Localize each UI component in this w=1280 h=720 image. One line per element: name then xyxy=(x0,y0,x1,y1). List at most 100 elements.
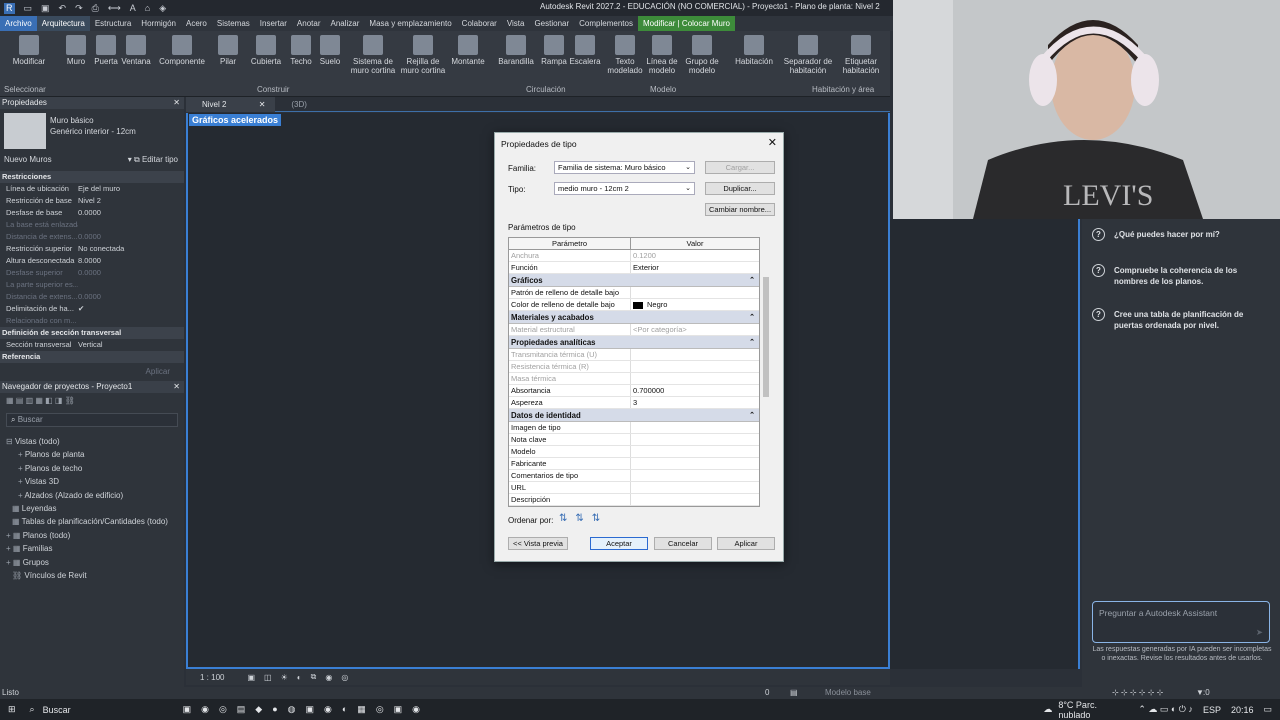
browser-item[interactable]: + Planos de planta xyxy=(6,448,184,461)
weather-text[interactable]: 8°C Parc. nublado xyxy=(1058,700,1128,720)
close-icon[interactable]: ✕ xyxy=(768,136,777,149)
send-icon[interactable]: ➤ xyxy=(1256,627,1263,638)
curtain-grid-button[interactable]: Rejilla de muro cortina xyxy=(398,35,448,75)
family-select[interactable]: Familia de sistema: Muro básico ⌄ xyxy=(554,161,695,174)
tab-3d[interactable]: (3D) xyxy=(275,97,317,112)
modify-button[interactable]: Modificar xyxy=(8,35,50,66)
collapse-icon[interactable]: ⌃ xyxy=(749,274,755,287)
open-icon[interactable]: ▭ xyxy=(24,3,33,14)
room-button[interactable]: Habitación xyxy=(732,35,776,66)
tab-sistemas[interactable]: Sistemas xyxy=(212,16,255,31)
instance-filter[interactable]: Nuevo Muros xyxy=(4,153,52,167)
section-cross[interactable]: Definición de sección transversal xyxy=(0,327,184,339)
stair-button[interactable]: Escalera xyxy=(568,35,602,66)
parameter-row[interactable]: Masa térmica xyxy=(509,373,759,385)
door-button[interactable]: Puerta xyxy=(92,35,120,66)
group-materials[interactable]: Materiales y acabados ⌃ xyxy=(509,311,759,324)
parameter-row[interactable]: Resistencia térmica (R) xyxy=(509,361,759,373)
tab-hormigon[interactable]: Hormigón xyxy=(136,16,181,31)
ramp-button[interactable]: Rampa xyxy=(538,35,570,66)
undo-icon[interactable]: ↶ xyxy=(59,3,67,14)
tab-archivo[interactable]: Archivo xyxy=(0,16,37,31)
parameter-row[interactable]: Descripción xyxy=(509,494,759,506)
room-separator-button[interactable]: Separador de habitación xyxy=(780,35,836,75)
group-graphics[interactable]: Gráficos ⌃ xyxy=(509,274,759,287)
browser-item[interactable]: ⛓ Vínculos de Revit xyxy=(6,569,184,582)
ceiling-button[interactable]: Techo xyxy=(287,35,315,66)
mullion-button[interactable]: Montante xyxy=(448,35,488,66)
group-room-area[interactable]: Habitación y área xyxy=(812,85,874,94)
property-row[interactable]: Desfase de base 0.0000 xyxy=(0,207,184,219)
property-row[interactable]: Desfase superior 0.0000 xyxy=(0,267,184,279)
parameter-row[interactable]: Aspereza 3 xyxy=(509,397,759,409)
section-reference[interactable]: Referencia xyxy=(0,351,184,363)
type-selector[interactable]: Muro básico Genérico interior - 12cm xyxy=(0,109,184,153)
measure-icon[interactable]: ⟷ xyxy=(108,3,121,14)
tray-icons[interactable]: ⌃ ☁ ▭ ◐ ⏻ ♪ xyxy=(1138,704,1193,715)
property-row[interactable]: Sección transversal Vertical xyxy=(0,339,184,351)
tag-room-button[interactable]: Etiquetar habitación xyxy=(836,35,886,75)
roof-button[interactable]: Cubierta xyxy=(248,35,284,66)
home-icon[interactable]: ⌂ xyxy=(145,3,150,14)
print-icon[interactable]: ⎙ xyxy=(92,3,99,14)
apply-button[interactable]: Aplicar xyxy=(717,537,775,550)
rename-button[interactable]: Cambiar nombre... xyxy=(705,203,775,216)
tab-arquitectura[interactable]: Arquitectura xyxy=(36,16,90,31)
tab-acero[interactable]: Acero xyxy=(181,16,212,31)
text-icon[interactable]: A xyxy=(130,3,136,14)
group-analytic[interactable]: Propiedades analíticas ⌃ xyxy=(509,336,759,349)
type-select[interactable]: medio muro - 12cm 2 ⌄ xyxy=(554,182,695,195)
parameter-row[interactable]: URL xyxy=(509,482,759,494)
tab-modificar-colocar-muro[interactable]: Modificar | Colocar Muro xyxy=(637,16,735,31)
tab-analizar[interactable]: Analizar xyxy=(326,16,365,31)
sun-path-icon[interactable]: ☀ xyxy=(281,673,288,682)
tab-estructura[interactable]: Estructura xyxy=(90,16,136,31)
parameter-row[interactable]: Transmitancia térmica (U) xyxy=(509,349,759,361)
browser-item[interactable]: ▦ Tablas de planificación/Cantidades (to… xyxy=(6,515,184,528)
close-icon[interactable]: ✕ xyxy=(259,100,266,109)
window-button[interactable]: Ventana xyxy=(120,35,152,66)
browser-item[interactable]: ▦ Leyendas xyxy=(6,502,184,515)
clock[interactable]: 20:16 xyxy=(1231,705,1254,715)
redo-icon[interactable]: ↷ xyxy=(75,3,83,14)
property-row[interactable]: La base está enlazada xyxy=(0,219,184,231)
property-row[interactable]: La parte superior es... xyxy=(0,279,184,291)
column-button[interactable]: Pilar xyxy=(214,35,242,66)
property-row[interactable]: Distancia de extens... 0.0000 xyxy=(0,291,184,303)
wall-button[interactable]: Muro xyxy=(60,35,92,66)
workset-icon[interactable]: ▤ xyxy=(790,688,798,697)
property-row[interactable]: Restricción superior No conectada xyxy=(0,243,184,255)
detail-level-icon[interactable]: ▣ xyxy=(247,673,255,682)
column-value[interactable]: Valor xyxy=(631,238,759,249)
railing-button[interactable]: Barandilla xyxy=(496,35,536,66)
language-indicator[interactable]: ESP xyxy=(1203,705,1221,715)
scrollbar-thumb[interactable] xyxy=(763,277,769,397)
tab-insertar[interactable]: Insertar xyxy=(255,16,292,31)
browser-item[interactable]: ⊟ Vistas (todo) xyxy=(6,435,184,448)
sort-icons[interactable]: ⇅⇅⇅ xyxy=(559,513,608,524)
property-row[interactable]: Línea de ubicación Eje del muro xyxy=(0,183,184,195)
parameter-row[interactable]: Imagen de tipo xyxy=(509,422,759,434)
tab-anotar[interactable]: Anotar xyxy=(292,16,326,31)
collapse-icon[interactable]: ⌃ xyxy=(749,409,755,422)
windows-start-icon[interactable]: ⊞ xyxy=(8,704,16,715)
curtain-system-button[interactable]: Sistema de muro cortina xyxy=(348,35,398,75)
suggestion-3[interactable]: ? Cree una tabla de planificación de puer… xyxy=(1092,308,1270,331)
selection-filters-icon[interactable]: ⊹ ⊹ ⊹ ⊹ ⊹ ⊹ xyxy=(1112,688,1163,697)
parameter-row[interactable]: Fabricante xyxy=(509,458,759,470)
browser-item[interactable]: + ▦ Planos (todo) xyxy=(6,529,184,542)
collapse-icon[interactable]: ⌃ xyxy=(749,311,755,324)
property-row[interactable]: Distancia de extens... 0.0000 xyxy=(0,231,184,243)
property-row[interactable]: Restricción de base Nivel 2 xyxy=(0,195,184,207)
browser-item[interactable]: + Vistas 3D xyxy=(6,475,184,488)
notifications-icon[interactable]: ▭ xyxy=(1263,704,1272,715)
apply-button[interactable]: Aplicar xyxy=(146,367,170,376)
parameter-row[interactable]: Anchura 0.1200 xyxy=(509,250,759,262)
visual-style-icon[interactable]: ◫ xyxy=(264,673,272,682)
browser-search-input[interactable]: ⌕ Buscar xyxy=(6,413,178,427)
model-selector[interactable]: Modelo base xyxy=(825,688,871,697)
column-parameter[interactable]: Parámetro xyxy=(509,238,631,249)
taskbar-search[interactable]: Buscar xyxy=(43,705,173,715)
scale-label[interactable]: 1 : 100 xyxy=(200,673,224,682)
model-text-button[interactable]: Texto modelado xyxy=(604,35,646,75)
